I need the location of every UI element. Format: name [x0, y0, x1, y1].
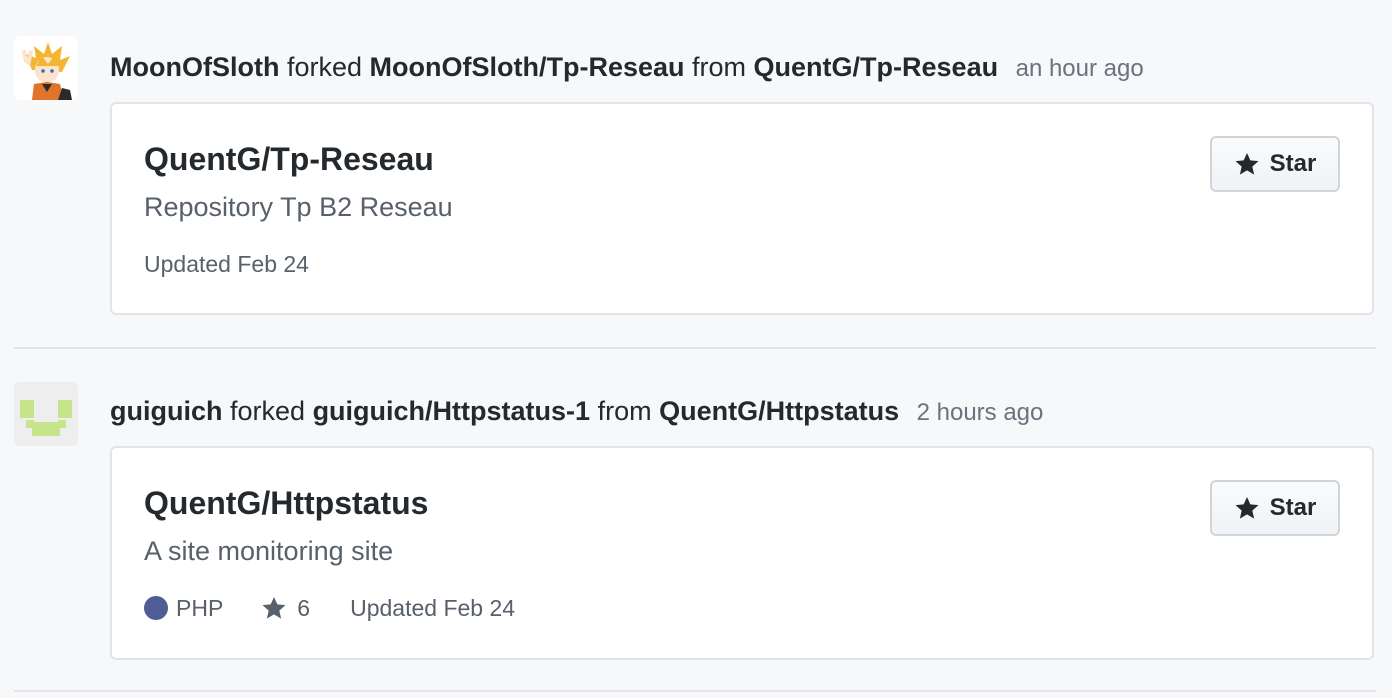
source-repo-link[interactable]: QuentG/Httpstatus	[659, 396, 899, 426]
anime-avatar-icon	[14, 36, 78, 100]
event-divider	[14, 690, 1376, 692]
fork-repo-link[interactable]: MoonOfSloth/Tp-Reseau	[370, 52, 685, 82]
actor-avatar[interactable]	[14, 36, 78, 100]
event-time[interactable]: an hour ago	[1016, 55, 1144, 82]
repo-meta: Updated Feb 24	[144, 249, 309, 279]
repo-updated: Updated Feb 24	[144, 251, 309, 277]
action-text: forked	[286, 52, 363, 82]
actor-link[interactable]: guiguich	[110, 396, 222, 426]
language-color-dot	[144, 596, 168, 620]
repo-name-link[interactable]: QuentG/Tp-Reseau	[144, 140, 434, 178]
star-icon	[262, 596, 286, 619]
repo-description: A site monitoring site	[144, 536, 394, 566]
identicon-avatar-icon	[14, 382, 78, 446]
actor-link[interactable]: MoonOfSloth	[110, 52, 279, 82]
feed-event: guiguich forked guiguich/Httpstatus-1 fr…	[0, 349, 1392, 693]
repo-updated: Updated Feb 24	[350, 595, 516, 621]
event-time[interactable]: 2 hours ago	[917, 399, 1044, 426]
event-headline: guiguich forked guiguich/Httpstatus-1 fr…	[110, 394, 1043, 430]
repo-name-link[interactable]: QuentG/Httpstatus	[144, 484, 428, 522]
star-icon	[1235, 496, 1259, 519]
repo-description: Repository Tp B2 Reseau	[144, 192, 453, 222]
repo-language: PHP	[144, 593, 223, 623]
star-button[interactable]: Star	[1210, 136, 1340, 192]
star-count: 6	[297, 595, 311, 621]
fork-repo-link[interactable]: guiguich/Httpstatus-1	[313, 396, 591, 426]
star-button[interactable]: Star	[1210, 480, 1340, 536]
event-headline: MoonOfSloth forked MoonOfSloth/Tp-Reseau…	[110, 50, 1144, 86]
star-button-label: Star	[1269, 494, 1317, 521]
repo-meta: PHP 6 Updated Feb 24	[144, 593, 515, 623]
language-label: PHP	[176, 595, 224, 621]
feed-event: MoonOfSloth forked MoonOfSloth/Tp-Reseau…	[0, 0, 1392, 349]
repo-stargazers-link[interactable]: 6	[261, 593, 310, 623]
activity-feed: MoonOfSloth forked MoonOfSloth/Tp-Reseau…	[0, 0, 1392, 698]
from-text: from	[597, 396, 652, 426]
repo-card: QuentG/Tp-Reseau Repository Tp B2 Reseau…	[110, 102, 1374, 315]
action-text: forked	[230, 396, 306, 426]
source-repo-link[interactable]: QuentG/Tp-Reseau	[754, 52, 999, 82]
star-icon	[1235, 152, 1259, 175]
actor-avatar[interactable]	[14, 382, 78, 446]
repo-card: QuentG/Httpstatus A site monitoring site…	[110, 446, 1374, 660]
from-text: from	[692, 52, 747, 82]
star-button-label: Star	[1269, 150, 1317, 177]
